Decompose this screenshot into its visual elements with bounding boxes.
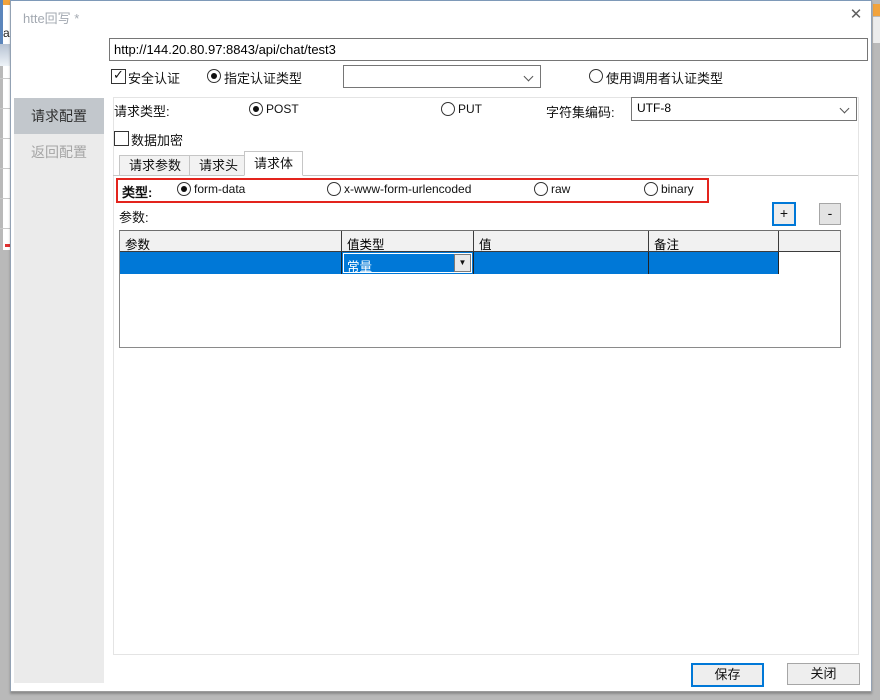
cell-remark[interactable] xyxy=(649,252,779,274)
background-window-header-cell xyxy=(0,44,10,66)
background-grid-line xyxy=(0,138,10,139)
binary-label: binary xyxy=(661,182,694,196)
urlencoded-radio[interactable] xyxy=(327,182,341,196)
raw-radio[interactable] xyxy=(534,182,548,196)
remove-param-button[interactable]: - xyxy=(819,203,841,225)
charset-value: UTF-8 xyxy=(637,101,671,115)
caller-auth-type-radio[interactable] xyxy=(589,69,603,83)
binary-radio[interactable] xyxy=(644,182,658,196)
data-encrypt-checkbox[interactable] xyxy=(114,131,129,146)
save-button[interactable]: 保存 xyxy=(691,663,764,687)
dropdown-arrow-icon[interactable]: ▼ xyxy=(454,254,471,272)
column-header-value[interactable]: 值 xyxy=(474,231,649,251)
chevron-down-icon xyxy=(840,104,850,114)
specify-auth-type-radio[interactable] xyxy=(207,69,221,83)
cell-param[interactable] xyxy=(120,252,342,274)
tab-request-headers[interactable]: 请求头 xyxy=(189,155,248,176)
cell-value[interactable] xyxy=(474,252,649,274)
http-writeback-dialog: htte回写 * ✕ 地址: http://144.20.80.97:8843/… xyxy=(10,0,872,692)
cell-value-type[interactable]: 常量 ▼ xyxy=(342,252,474,274)
put-radio[interactable] xyxy=(441,102,455,116)
request-type-label: 请求类型: xyxy=(114,101,170,120)
background-grid-line xyxy=(0,168,10,169)
form-data-label: form-data xyxy=(194,182,245,196)
caller-auth-type-label: 使用调用者认证类型 xyxy=(606,68,723,87)
background-window-titlebar-right xyxy=(873,4,880,16)
cell-filler xyxy=(779,252,840,274)
specify-auth-type-label: 指定认证类型 xyxy=(224,68,302,87)
table-header-row: 参数 值类型 值 备注 xyxy=(120,231,840,252)
background-grid-line xyxy=(0,108,10,109)
column-header-filler xyxy=(779,231,840,251)
close-button[interactable]: 关闭 xyxy=(787,663,860,685)
background-grid-line xyxy=(0,228,10,229)
secure-auth-label: 安全认证 xyxy=(128,68,180,87)
background-window-body xyxy=(3,5,10,250)
dialog-title: htte回写 * xyxy=(23,8,79,27)
sidebar-item-response-config[interactable]: 返回配置 xyxy=(14,134,104,170)
params-label: 参数: xyxy=(119,207,149,226)
auth-type-select[interactable] xyxy=(343,65,541,88)
charset-label: 字符集编码: xyxy=(546,102,615,121)
column-header-param[interactable]: 参数 xyxy=(120,231,342,251)
table-row[interactable]: 常量 ▼ xyxy=(120,252,840,274)
data-encrypt-label: 数据加密 xyxy=(131,130,183,149)
tab-request-body[interactable]: 请求体 xyxy=(244,151,303,176)
add-param-button[interactable]: + xyxy=(772,202,796,226)
background-grid-line xyxy=(0,78,10,79)
tab-request-params[interactable]: 请求参数 xyxy=(119,155,191,176)
form-data-radio[interactable] xyxy=(177,182,191,196)
sidebar: 请求配置 返回配置 xyxy=(14,98,104,683)
params-table: 参数 值类型 值 备注 常量 ▼ xyxy=(119,230,841,348)
background-grid-line xyxy=(0,198,10,199)
value-type-select[interactable]: 常量 ▼ xyxy=(343,253,472,273)
close-icon[interactable]: ✕ xyxy=(845,5,867,25)
sidebar-item-request-config[interactable]: 请求配置 xyxy=(14,98,104,134)
column-header-value-type[interactable]: 值类型 xyxy=(342,231,474,251)
column-header-remark[interactable]: 备注 xyxy=(649,231,779,251)
charset-select[interactable]: UTF-8 xyxy=(631,97,857,121)
value-type-value: 常量 xyxy=(347,256,372,275)
body-type-label: 类型: xyxy=(122,182,152,201)
chevron-down-icon xyxy=(524,72,534,82)
tab-strip: 请求参数 请求头 请求体 xyxy=(113,152,858,176)
put-label: PUT xyxy=(458,102,482,116)
background-window-right xyxy=(873,16,880,43)
secure-auth-checkbox[interactable] xyxy=(111,69,126,84)
post-label: POST xyxy=(266,102,299,116)
post-radio[interactable] xyxy=(249,102,263,116)
address-input[interactable]: http://144.20.80.97:8843/api/chat/test3 xyxy=(109,38,868,61)
raw-label: raw xyxy=(551,182,570,196)
background-window-text: a xyxy=(3,26,10,40)
urlencoded-label: x-www-form-urlencoded xyxy=(344,182,471,196)
